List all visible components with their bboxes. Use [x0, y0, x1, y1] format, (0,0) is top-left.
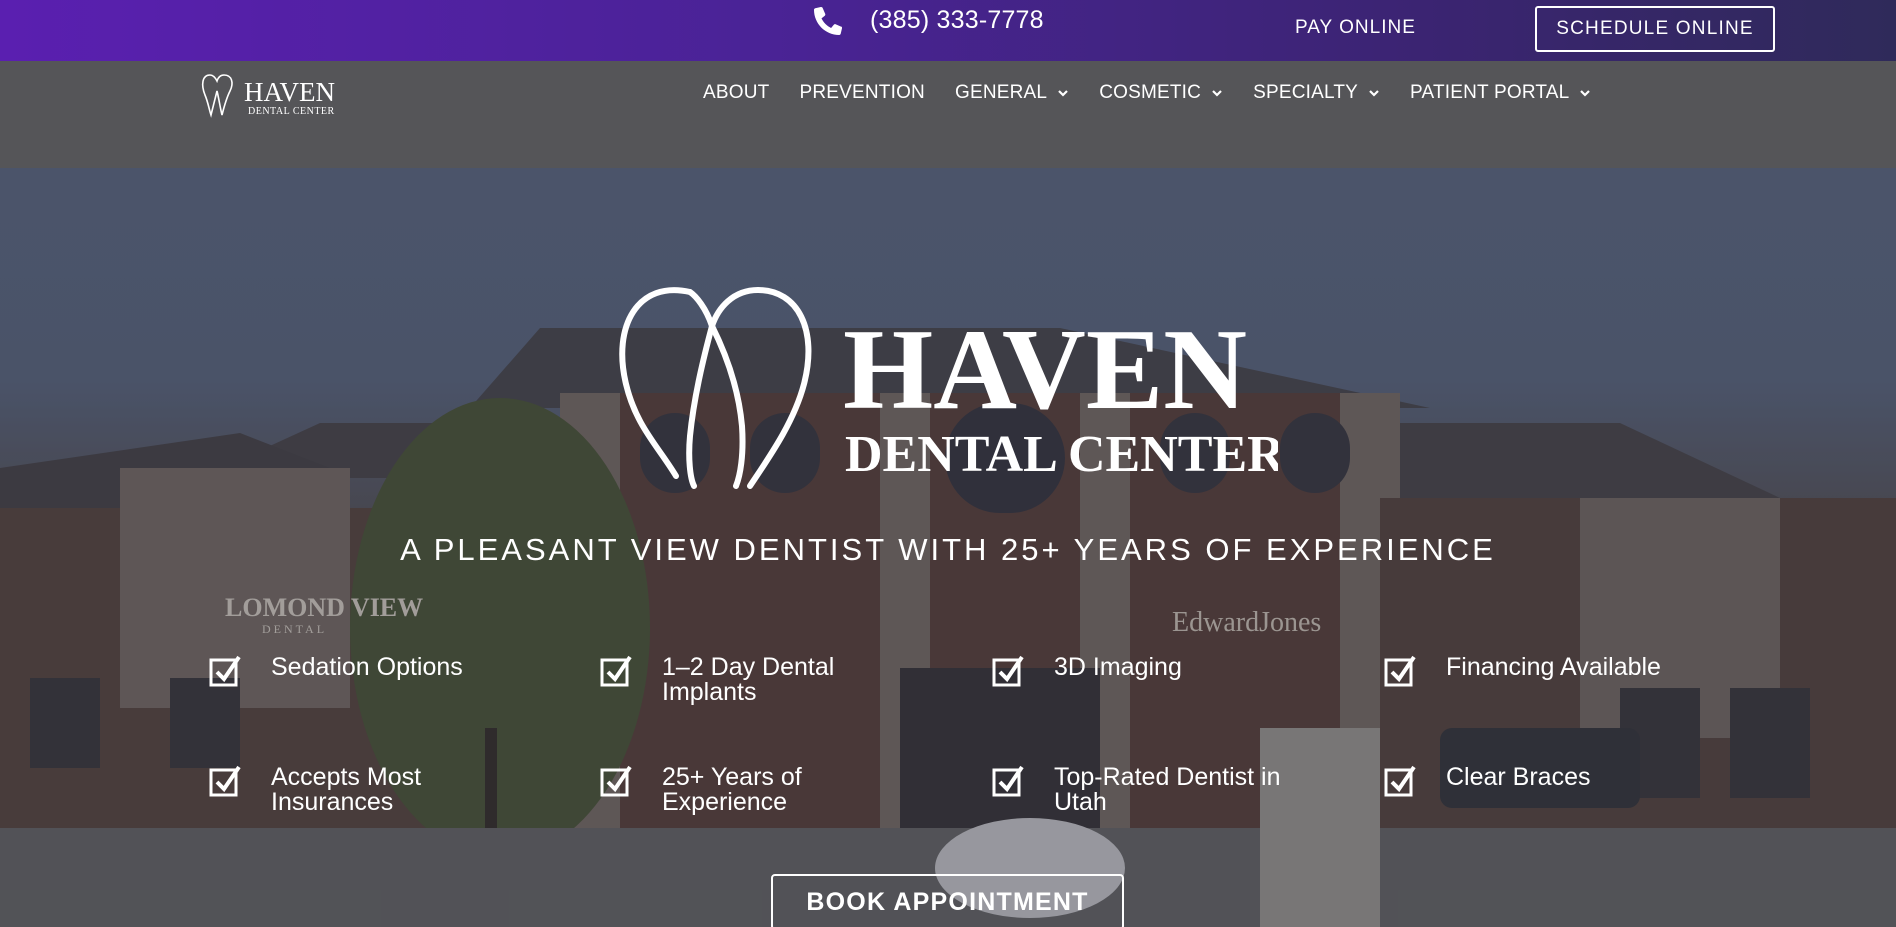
checkbox-icon [992, 765, 1024, 797]
nav-item-about[interactable]: ABOUT [703, 82, 769, 104]
feature-label: 3D Imaging [1054, 653, 1182, 681]
feature-item: 25+ Years of Experience [600, 765, 892, 815]
feature-label: Top-Rated Dentist in Utah [1054, 763, 1281, 816]
checkbox-icon [209, 765, 241, 797]
tooth-logo-icon [619, 286, 812, 489]
nav-item-general[interactable]: GENERAL [955, 82, 1069, 104]
svg-text:DENTAL CENTER: DENTAL CENTER [248, 106, 335, 117]
checkbox-icon [209, 655, 241, 687]
nav-item-prevention[interactable]: PREVENTION [799, 82, 925, 104]
svg-text:HAVEN: HAVEN [244, 77, 335, 107]
phone-number[interactable]: (385) 333-7778 [870, 6, 1044, 35]
phone-link[interactable]: (385) 333-7778 [812, 4, 1044, 36]
feature-item: 1–2 Day Dental Implants [600, 655, 892, 705]
feature-label: 1–2 Day Dental Implants [662, 653, 835, 706]
main-navigation: HAVEN DENTAL CENTER ABOUT PREVENTION GEN… [0, 61, 1896, 168]
hero-logo: HAVEN DENTAL CENTER [619, 286, 1278, 489]
checkbox-icon [600, 765, 632, 797]
schedule-online-button[interactable]: SCHEDULE ONLINE [1535, 6, 1775, 52]
hero-section: LOMOND VIEW DENTAL EdwardJones HAVEN DEN… [0, 168, 1896, 927]
checkbox-icon [600, 655, 632, 687]
feature-label: Accepts Most Insurances [271, 763, 422, 816]
chevron-down-icon [1058, 90, 1068, 97]
chevron-down-icon [1580, 90, 1591, 97]
top-bar: (385) 333-7778 PAY ONLINE SCHEDULE ONLIN… [0, 0, 1896, 61]
feature-item: Top-Rated Dentist in Utah [992, 765, 1284, 815]
feature-label: Financing Available [1446, 653, 1661, 681]
feature-label: Clear Braces [1446, 763, 1591, 791]
feature-label: 25+ Years of Experience [662, 763, 802, 816]
chevron-down-icon [1369, 90, 1379, 97]
phone-icon [814, 6, 843, 36]
tooth-logo-icon: HAVEN DENTAL CENTER [201, 74, 335, 118]
checkbox-icon [1384, 655, 1416, 687]
feature-item: Clear Braces [1384, 765, 1676, 797]
svg-text:HAVEN: HAVEN [843, 306, 1247, 434]
feature-label: Sedation Options [271, 653, 463, 681]
checkbox-icon [1384, 765, 1416, 797]
chevron-down-icon [1212, 90, 1222, 97]
checkbox-icon [992, 655, 1024, 687]
site-logo[interactable]: HAVEN DENTAL CENTER [200, 71, 345, 119]
svg-text:DENTAL CENTER: DENTAL CENTER [845, 426, 1278, 483]
nav-menu: ABOUT PREVENTION GENERAL COSMETIC SPECIA… [703, 78, 1621, 108]
feature-item: 3D Imaging [992, 655, 1284, 687]
nav-item-patient-portal[interactable]: PATIENT PORTAL [1410, 82, 1591, 104]
pay-online-link[interactable]: PAY ONLINE [1295, 17, 1416, 39]
feature-item: Sedation Options [209, 655, 501, 687]
hero-tagline: A PLEASANT VIEW DENTIST WITH 25+ YEARS O… [400, 532, 1496, 567]
book-appointment-button[interactable]: BOOK APPOINTMENT [771, 874, 1124, 927]
feature-item: Accepts Most Insurances [209, 765, 501, 815]
feature-item: Financing Available [1384, 655, 1676, 687]
nav-item-cosmetic[interactable]: COSMETIC [1099, 82, 1223, 104]
nav-item-specialty[interactable]: SPECIALTY [1253, 82, 1380, 104]
